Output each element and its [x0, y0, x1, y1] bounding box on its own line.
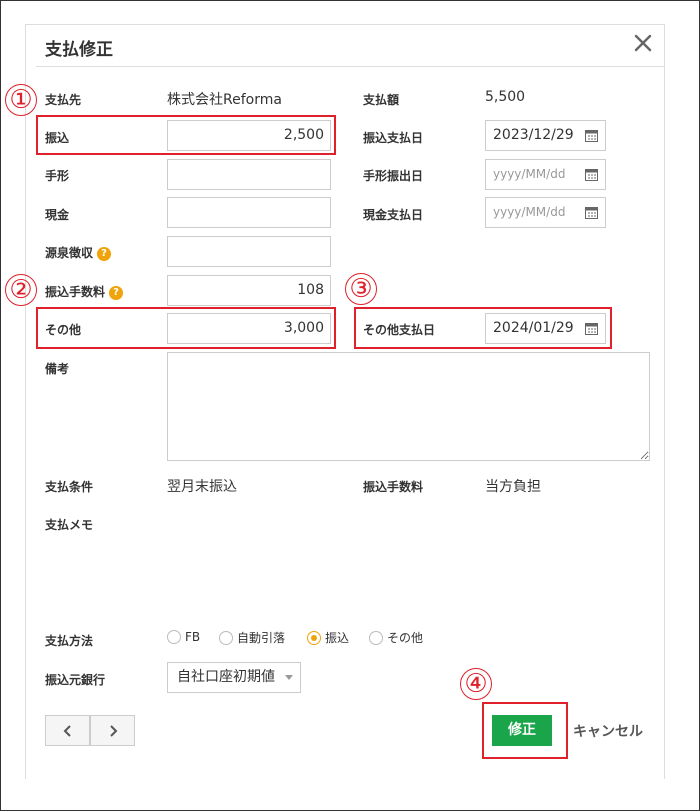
fee-input[interactable]: 108	[167, 275, 331, 306]
cash-date-label: 現金支払日	[363, 208, 424, 222]
terms-label: 支払条件	[45, 480, 94, 494]
bank-select[interactable]: 自社口座初期値	[167, 662, 301, 693]
fee-label-wrap: 振込手数料?	[45, 283, 124, 300]
radio-selected-icon[interactable]	[307, 630, 321, 645]
transfer-date-input[interactable]: 2023/12/29	[485, 120, 606, 151]
cash-label: 現金	[45, 208, 70, 222]
transfer-date-label: 振込支払日	[363, 131, 424, 145]
amount-label: 支払額	[363, 93, 400, 107]
calendar-icon[interactable]	[585, 129, 598, 142]
bill-label: 手形	[45, 169, 70, 183]
method-option-label: 振込	[325, 631, 350, 645]
bill-amount-input[interactable]	[167, 159, 331, 190]
withholding-label-wrap: 源泉徴収?	[45, 244, 112, 261]
method-radio-auto-debit[interactable]: 自動引落	[219, 629, 285, 646]
radio-icon[interactable]	[369, 630, 383, 645]
payee-value: 株式会社Reforma	[167, 92, 282, 108]
withholding-input[interactable]	[167, 236, 331, 267]
prev-button[interactable]	[45, 715, 90, 746]
cash-date-placeholder: yyyy/MM/dd	[493, 205, 566, 219]
method-radio-transfer[interactable]: 振込	[307, 629, 349, 646]
annotation-box-4	[482, 702, 568, 759]
method-option-label: 自動引落	[237, 631, 286, 645]
annotation-number-3: ③	[345, 273, 377, 305]
memo-label: 支払メモ	[45, 518, 94, 532]
note-label: 備考	[45, 362, 70, 376]
terms-value: 翌月末振込	[167, 479, 237, 495]
method-option-label: その他	[387, 631, 424, 645]
calendar-icon[interactable]	[585, 168, 598, 181]
caret-down-icon	[285, 675, 293, 680]
chevron-right-icon	[110, 725, 118, 737]
annotation-number-2: ②	[5, 274, 37, 306]
annotation-box-2	[36, 307, 336, 349]
chevron-left-icon	[63, 725, 71, 737]
radio-icon[interactable]	[167, 629, 181, 644]
dialog-title: 支払修正	[45, 40, 113, 60]
method-radio-other[interactable]: その他	[369, 629, 423, 646]
transfer-date-value: 2023/12/29	[493, 127, 574, 143]
annotation-number-1: ①	[5, 84, 37, 116]
annotation-number-4: ④	[460, 668, 492, 700]
bill-date-placeholder: yyyy/MM/dd	[493, 167, 566, 181]
note-textarea[interactable]	[167, 352, 650, 461]
help-icon[interactable]: ?	[109, 285, 124, 300]
cash-amount-input[interactable]	[167, 197, 331, 228]
close-icon[interactable]	[632, 32, 654, 54]
withholding-label: 源泉徴収	[45, 246, 94, 260]
cash-date-input[interactable]: yyyy/MM/dd	[485, 197, 606, 228]
fee-label: 振込手数料	[45, 285, 106, 299]
bank-select-value: 自社口座初期値	[177, 669, 275, 685]
method-option-label: FB	[185, 629, 201, 644]
fee-burden-value: 当方負担	[485, 479, 541, 495]
cancel-button[interactable]: キャンセル	[573, 721, 643, 741]
amount-value: 5,500	[485, 89, 526, 105]
bill-date-input[interactable]: yyyy/MM/dd	[485, 159, 606, 190]
next-button[interactable]	[90, 715, 135, 746]
help-icon[interactable]: ?	[97, 246, 112, 261]
calendar-icon[interactable]	[585, 206, 598, 219]
header-divider	[36, 66, 664, 67]
fee-burden-label: 振込手数料	[363, 480, 424, 494]
method-radio-fb[interactable]: FB	[167, 629, 200, 644]
radio-icon[interactable]	[219, 630, 233, 645]
annotation-box-3	[354, 307, 612, 349]
bank-label: 振込元銀行	[45, 673, 106, 687]
annotation-box-1	[36, 115, 336, 155]
method-label: 支払方法	[45, 634, 94, 648]
bill-date-label: 手形振出日	[363, 169, 424, 183]
payee-label: 支払先	[45, 93, 82, 107]
